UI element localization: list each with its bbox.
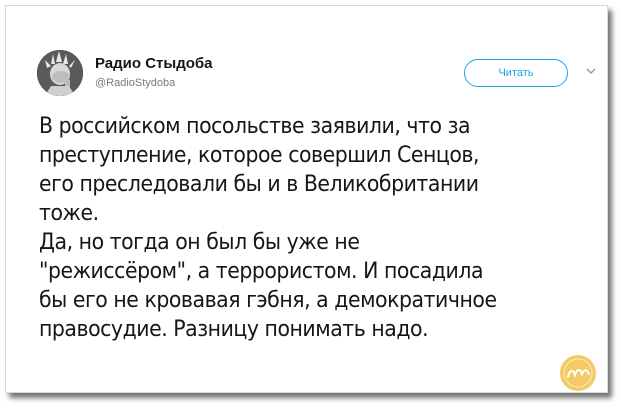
avatar[interactable] xyxy=(37,50,83,96)
statue-of-liberty-avatar-image xyxy=(37,50,83,96)
tweet-text-line: тоже. xyxy=(39,201,99,226)
tweet-text: В российском посольстве заявили, что за … xyxy=(39,112,571,344)
chevron-down-icon[interactable] xyxy=(584,64,598,78)
tweet-text-line: преступление, которое совершил Сенцов, xyxy=(39,143,480,168)
author-name[interactable]: Радио Стыдоба xyxy=(95,55,213,72)
follow-button[interactable]: Читать xyxy=(464,59,568,87)
tweet-text-line: В российском посольстве заявили, что за xyxy=(39,114,471,139)
tweet-text-line: бы его не кровавая гэбня, а демократично… xyxy=(39,288,497,313)
tweet-card: Радио Стыдоба @RadioStydoba Читать В рос… xyxy=(5,5,608,393)
nyka-watermark-logo xyxy=(560,355,596,391)
tweet-text-line: Да, но тогда он был бы уже не xyxy=(39,230,360,255)
author-handle[interactable]: @RadioStydoba xyxy=(95,77,175,89)
tweet-text-line: правосудие. Разницу понимать надо. xyxy=(39,317,429,342)
tweet-text-line: его преследовали бы и в Великобритании xyxy=(39,172,479,197)
watermark-logo-icon xyxy=(561,356,595,390)
tweet-text-line: "режиссёром", а террористом. И посадила xyxy=(39,259,484,284)
